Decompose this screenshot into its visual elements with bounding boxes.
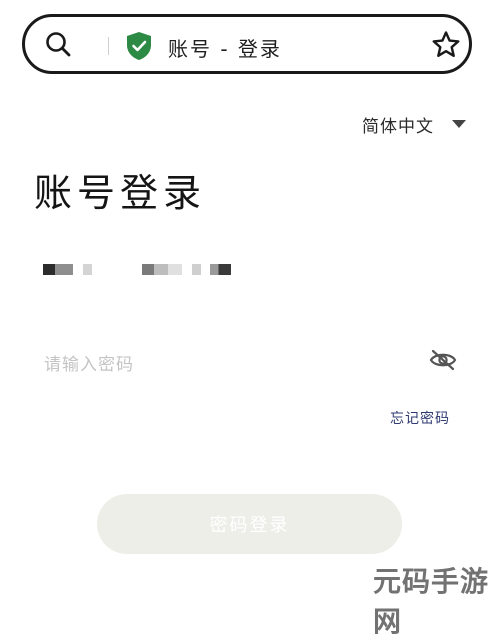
- page-title: 账号登录: [34, 171, 207, 215]
- redacted-account-block: [142, 264, 182, 275]
- chevron-down-icon[interactable]: [451, 119, 467, 129]
- password-login-button[interactable]: 密码登录: [97, 494, 402, 554]
- login-button-label: 密码登录: [209, 515, 290, 536]
- eye-off-icon[interactable]: [428, 348, 458, 372]
- redacted-account-block: [83, 264, 92, 275]
- page-url-title[interactable]: 账号 - 登录: [168, 33, 282, 62]
- redacted-account-block: [210, 264, 231, 275]
- address-bar[interactable]: 账号 - 登录: [22, 14, 472, 74]
- password-input[interactable]: 请输入密码: [44, 350, 134, 375]
- forgot-password-link[interactable]: 忘记密码: [390, 408, 450, 428]
- star-icon[interactable]: [431, 30, 461, 60]
- watermark: 元码手游网: [373, 565, 490, 638]
- shield-check-icon[interactable]: [125, 31, 153, 61]
- search-icon[interactable]: [45, 31, 71, 57]
- redacted-account-block: [43, 264, 73, 275]
- language-selector[interactable]: 简体中文: [362, 112, 434, 137]
- redacted-account-block: [192, 264, 201, 275]
- address-divider: [108, 37, 109, 55]
